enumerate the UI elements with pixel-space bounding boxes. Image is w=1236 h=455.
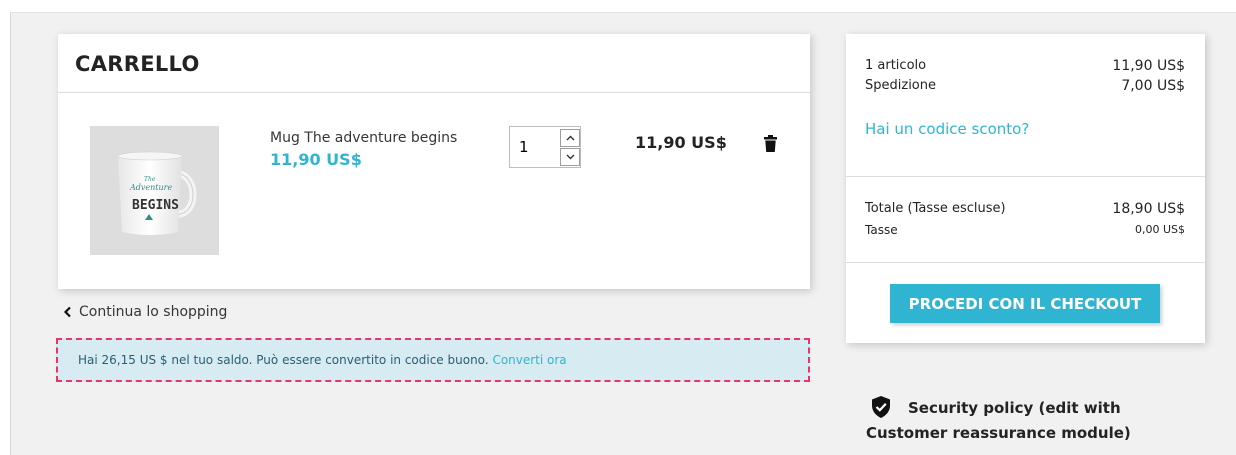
quantity-decrease-button[interactable] [560, 148, 580, 166]
summary-items-row: 1 articolo 11,90 US$ [865, 58, 1185, 74]
product-unit-price: 11,90 US$ [270, 150, 362, 169]
continue-shopping-label: Continua lo shopping [79, 304, 228, 320]
shipping-value: 7,00 US$ [1121, 78, 1185, 94]
quantity-input[interactable] [510, 127, 560, 167]
shield-check-icon [871, 396, 891, 422]
reassurance-block: Security policy (edit with Customer reas… [866, 396, 1206, 446]
mug-text-the: The [144, 176, 156, 183]
summary-total-row: Totale (Tasse escluse) 18,90 US$ [865, 201, 1185, 217]
convert-now-link[interactable]: Converti ora [492, 353, 566, 367]
security-policy-text: Security policy (edit with Customer reas… [866, 399, 1131, 442]
voucher-notice-text: Hai 26,15 US $ nel tuo saldo. Può essere… [78, 353, 493, 367]
chevron-left-icon [63, 306, 71, 318]
summary-tax-row: Tasse 0,00 US$ [865, 223, 1185, 237]
cart-card: CARRELLO The Adventure BEGINS Mug The ad… [58, 34, 810, 289]
mug-image: The Adventure BEGINS [90, 126, 219, 255]
voucher-notice: Hai 26,15 US $ nel tuo saldo. Può essere… [56, 338, 810, 382]
product-image[interactable]: The Adventure BEGINS [90, 126, 219, 255]
shipping-label: Spedizione [865, 78, 936, 93]
divider [58, 92, 810, 93]
items-count-label: 1 articolo [865, 58, 927, 73]
remove-item-button[interactable] [764, 135, 777, 156]
quantity-increase-button[interactable] [560, 129, 580, 147]
checkout-button[interactable]: PROCEDI CON IL CHECKOUT [890, 284, 1160, 323]
total-label: Totale (Tasse escluse) [865, 201, 1006, 216]
total-value: 18,90 US$ [1112, 201, 1185, 217]
mug-text-adventure: Adventure [129, 183, 172, 192]
line-total: 11,90 US$ [635, 133, 727, 152]
divider [846, 262, 1205, 263]
divider [846, 176, 1205, 177]
chevron-down-icon [566, 154, 574, 160]
tax-value: 0,00 US$ [1134, 223, 1185, 236]
cart-title: CARRELLO [75, 52, 200, 76]
quantity-stepper[interactable] [509, 126, 581, 168]
cart-summary-card: 1 articolo 11,90 US$ Spedizione 7,00 US$… [846, 34, 1205, 343]
chevron-up-icon [566, 135, 574, 141]
product-name[interactable]: Mug The adventure begins [270, 130, 457, 146]
trash-icon [764, 135, 777, 152]
discount-code-link[interactable]: Hai un codice sconto? [865, 120, 1029, 138]
tax-label: Tasse [865, 223, 898, 237]
mug-text-begins: BEGINS [132, 198, 179, 213]
continue-shopping-link[interactable]: Continua lo shopping [63, 304, 227, 320]
items-subtotal-value: 11,90 US$ [1112, 58, 1185, 74]
summary-shipping-row: Spedizione 7,00 US$ [865, 78, 1185, 94]
